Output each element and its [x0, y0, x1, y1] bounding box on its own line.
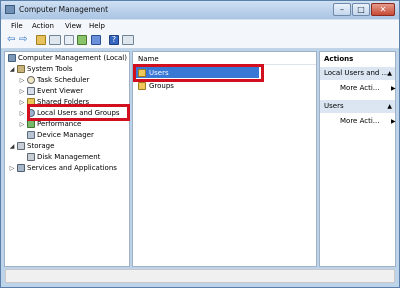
window-title: Computer Management: [19, 5, 109, 14]
tree-label: Task Scheduler: [37, 76, 90, 84]
collapse-arrow-icon[interactable]: ▲: [387, 100, 392, 113]
submenu-arrow-icon: ▶: [391, 117, 396, 125]
minimize-button[interactable]: –: [333, 3, 351, 16]
action-label: More Acti...: [340, 117, 380, 125]
menu-action[interactable]: Action: [32, 22, 54, 30]
toolbar: ⇦ ⇨ ?: [1, 32, 399, 49]
actions-section-users[interactable]: Users ▲: [320, 100, 395, 113]
action-more-1[interactable]: More Acti... ▶: [340, 84, 396, 92]
tree-item-storage[interactable]: ◢ Storage: [9, 142, 54, 150]
actions-title: Actions: [324, 55, 354, 63]
clock-icon: [27, 76, 35, 84]
close-icon: ✕: [379, 5, 387, 14]
disk-icon: [27, 153, 35, 161]
maximize-button[interactable]: □: [352, 3, 370, 16]
up-folder-icon[interactable]: [36, 35, 46, 45]
collapsed-arrow-icon[interactable]: ▷: [19, 77, 25, 84]
tree-label: Computer Management (Local): [18, 54, 127, 62]
menu-bar: File Action View Help: [1, 19, 399, 33]
export-list-icon[interactable]: [91, 35, 101, 45]
tree-item-task-scheduler[interactable]: ▷ Task Scheduler: [19, 76, 89, 84]
refresh-icon[interactable]: [77, 35, 87, 45]
red-highlight-box: [133, 64, 264, 82]
tree-item-disk-management[interactable]: Disk Management: [27, 153, 100, 161]
tree-label: Disk Management: [37, 153, 101, 161]
minimize-icon: –: [340, 5, 344, 14]
tree-label: Event Viewer: [37, 87, 84, 95]
tree-item-system-tools[interactable]: ◢ System Tools: [9, 65, 73, 73]
actions-pane: Actions Local Users and ... ▲ More Acti.…: [319, 51, 396, 267]
tools-icon: [17, 65, 25, 73]
back-icon[interactable]: ⇦: [7, 35, 17, 45]
collapsed-arrow-icon[interactable]: ▷: [9, 165, 15, 172]
red-highlight-box: [27, 104, 130, 121]
status-bar: [5, 269, 395, 283]
tree-label: Device Manager: [37, 131, 94, 139]
tree-item-event-viewer[interactable]: ▷ Event Viewer: [19, 87, 83, 95]
collapsed-arrow-icon[interactable]: ▷: [19, 99, 25, 106]
menu-help[interactable]: Help: [89, 22, 105, 30]
performance-icon: [27, 120, 35, 128]
storage-icon: [17, 142, 25, 150]
action-label: More Acti...: [340, 84, 380, 92]
section-label: Users: [324, 102, 344, 110]
computer-management-icon: [8, 54, 16, 62]
properties-icon[interactable]: [64, 35, 74, 45]
list-item-label: Groups: [149, 81, 174, 90]
menu-file[interactable]: File: [11, 22, 23, 30]
show-hide-tree-icon[interactable]: [49, 35, 61, 45]
help-icon[interactable]: ?: [109, 35, 119, 45]
show-hide-action-pane-icon[interactable]: [122, 35, 134, 45]
list-pane[interactable]: Name Users Groups: [132, 51, 317, 267]
action-more-2[interactable]: More Acti... ▶: [340, 117, 396, 125]
tree-item-root[interactable]: Computer Management (Local): [8, 54, 127, 62]
submenu-arrow-icon: ▶: [391, 84, 396, 92]
actions-section-local-users[interactable]: Local Users and ... ▲: [320, 67, 395, 80]
section-label: Local Users and ...: [324, 69, 389, 77]
tree-label: System Tools: [27, 65, 73, 73]
console-tree[interactable]: Computer Management (Local) ◢ System Too…: [4, 51, 130, 267]
tree-label: Services and Applications: [27, 164, 117, 172]
collapsed-arrow-icon[interactable]: ▷: [19, 88, 25, 95]
collapsed-arrow-icon[interactable]: ▷: [19, 121, 25, 128]
collapsed-arrow-icon[interactable]: ▷: [19, 110, 25, 117]
expanded-arrow-icon[interactable]: ◢: [9, 66, 15, 73]
tree-item-device-manager[interactable]: Device Manager: [27, 131, 94, 139]
menu-view[interactable]: View: [65, 22, 82, 30]
close-button[interactable]: ✕: [371, 3, 395, 16]
tree-item-performance[interactable]: ▷ Performance: [19, 120, 81, 128]
column-header-name[interactable]: Name: [138, 55, 159, 63]
tree-label: Performance: [37, 120, 82, 128]
device-manager-icon: [27, 131, 35, 139]
collapse-arrow-icon[interactable]: ▲: [387, 67, 392, 80]
event-viewer-icon: [27, 87, 35, 95]
tree-label: Storage: [27, 142, 55, 150]
title-bar[interactable]: Computer Management – □ ✕: [1, 1, 399, 19]
folder-icon: [138, 81, 146, 90]
services-icon: [17, 164, 25, 172]
computer-management-window: Computer Management – □ ✕ File Action Vi…: [0, 0, 400, 288]
forward-icon[interactable]: ⇨: [19, 35, 29, 45]
expanded-arrow-icon[interactable]: ◢: [9, 143, 15, 150]
computer-management-icon: [5, 5, 15, 14]
tree-item-services-apps[interactable]: ▷ Services and Applications: [9, 164, 117, 172]
maximize-icon: □: [357, 5, 365, 14]
